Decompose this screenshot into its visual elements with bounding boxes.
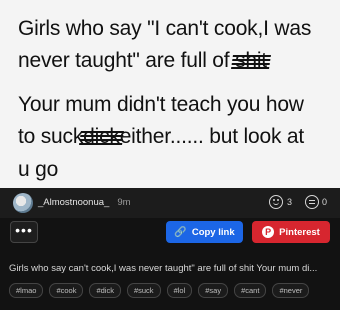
tag-chip[interactable]: #cook [49,283,84,298]
pinterest-button[interactable]: P Pinterest [252,221,330,243]
post-text-line: Girls who say "I can't cook,I was [18,17,312,40]
post-text-segment: either...... but look at [119,125,305,148]
copy-link-button[interactable]: 🔗 Copy link [166,221,243,243]
username[interactable]: _Almostnoonua_ [38,197,109,208]
tag-chip[interactable]: #cant [234,283,267,298]
avatar[interactable] [13,193,33,213]
link-icon: 🔗 [174,226,187,238]
post-text-line: Your mum didn't teach you how [18,93,304,116]
smiley-icon[interactable] [269,195,283,209]
more-options-button[interactable]: ••• [10,221,38,243]
tag-chip[interactable]: #say [198,283,229,298]
comment-count: 0 [322,197,328,207]
tag-chip[interactable]: #suck [126,283,161,298]
pinterest-label: Pinterest [279,226,320,238]
post-text-line: to suckdickeither...... but look at [18,125,304,149]
censored-word: shit [231,49,271,73]
comment-icon[interactable] [305,195,319,209]
post-text-segment: never taught" are full of [18,49,236,72]
tag-list: #lmao #cook #dick #suck #lol #say #cant … [9,283,310,298]
scribble-mark [231,55,271,69]
censored-word: dick [79,125,124,149]
post-age: 9m [117,197,131,208]
reaction-count: 3 [287,197,293,207]
pinterest-icon: P [262,226,275,238]
post-text-segment: to suck [18,125,84,148]
post-meta-bar: _Almostnoonua_ 9m 3 0 [0,188,340,218]
author-info[interactable]: _Almostnoonua_ 9m [38,197,131,208]
tag-chip[interactable]: #lol [166,283,193,298]
scribble-mark [79,131,124,145]
post-text-line: never taught" are full of shit [18,49,271,73]
post-text-line: u go [18,158,59,181]
post-caption: Girls who say can't cook,I was never tau… [9,263,318,274]
tag-chip[interactable]: #lmao [9,283,44,298]
post-image[interactable]: Girls who say "I can't cook,I was never … [0,0,340,188]
copy-link-label: Copy link [191,226,235,238]
tag-chip[interactable]: #dick [89,283,121,298]
tag-chip[interactable]: #never [272,283,310,298]
